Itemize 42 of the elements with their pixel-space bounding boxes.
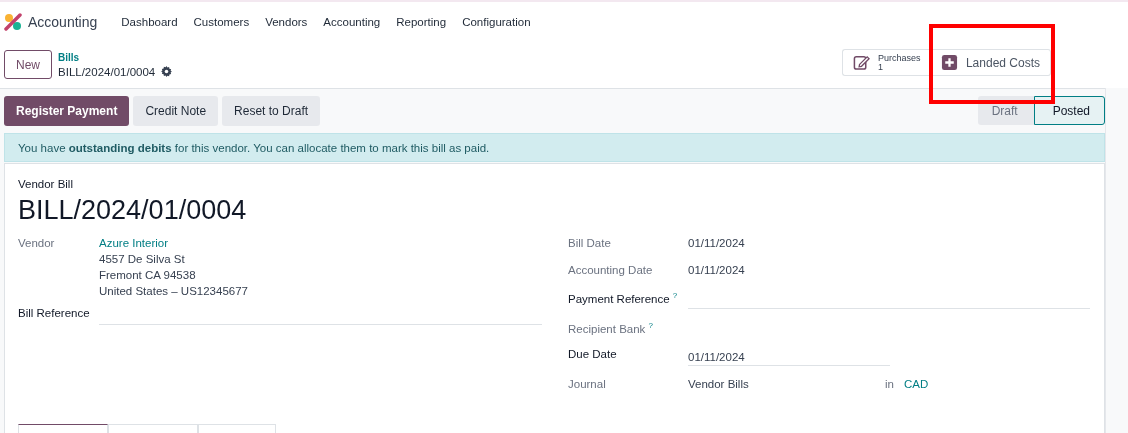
info-alert-text: You have outstanding debits for this vendor. You can allocate them to mark this bill as paid. — [18, 141, 490, 154]
register-payment-button[interactable]: Register Payment — [4, 95, 130, 126]
action-button[interactable]: Reset to Draft — [222, 95, 321, 126]
field-label: Accounting Date — [568, 264, 654, 276]
field-value: 01/11/2024 — [688, 264, 745, 276]
purchases-button[interactable]: Purchases 1 — [841, 49, 931, 76]
landed-costs-button[interactable]: Landed Costs — [930, 49, 1051, 76]
input-field[interactable]: 01/11/2024 — [688, 348, 890, 366]
joiner-text: in — [885, 378, 894, 390]
field-label: Vendor — [18, 237, 56, 249]
menu-item[interactable]: Dashboard — [113, 15, 186, 28]
scrollbar[interactable] — [1105, 88, 1128, 433]
app-name[interactable]: Accounting — [28, 13, 98, 30]
currency-link[interactable]: CAD — [903, 378, 929, 390]
field-label: Bill Reference — [18, 307, 91, 319]
field-value: Vendor Bills — [688, 378, 750, 390]
new-button[interactable]: New — [4, 50, 52, 79]
menu-item[interactable]: Accounting — [315, 15, 389, 28]
menu-item[interactable]: Customers — [185, 15, 258, 28]
menu-item[interactable]: Reporting — [388, 15, 455, 28]
plus-icon — [940, 54, 958, 71]
app-logo-icon — [4, 12, 22, 31]
address-line: United States – US12345677 — [99, 285, 248, 297]
field-label: Payment Reference $^{?}$ — [568, 291, 679, 305]
breadcrumb-link[interactable]: Bills — [58, 51, 173, 63]
field-value: 01/11/2024 — [688, 237, 745, 249]
bill-number: BILL/2024/01/0004 — [18, 195, 248, 226]
document-type-label: Vendor Bill — [18, 178, 73, 190]
record-name: BILL/2024/01/0004 — [58, 65, 156, 78]
vendor-link[interactable]: Azure Interior — [99, 237, 248, 249]
menu-item[interactable]: Vendors — [257, 15, 316, 28]
settings-icon — [161, 66, 173, 77]
edit-icon — [852, 54, 870, 71]
field-label: Due Date — [568, 348, 618, 360]
address-line: Fremont CA 94538 — [99, 269, 197, 281]
status-step[interactable]: Posted — [1033, 96, 1105, 125]
field-label: Recipient Bank $^{?}$ — [568, 321, 654, 335]
address-line: 4557 De Silva St — [99, 253, 186, 265]
field-label: Bill Date — [568, 237, 612, 249]
action-button[interactable]: Credit Note — [133, 95, 219, 126]
field-label: Journal — [568, 378, 607, 390]
menu-item[interactable]: Configuration — [454, 15, 539, 28]
